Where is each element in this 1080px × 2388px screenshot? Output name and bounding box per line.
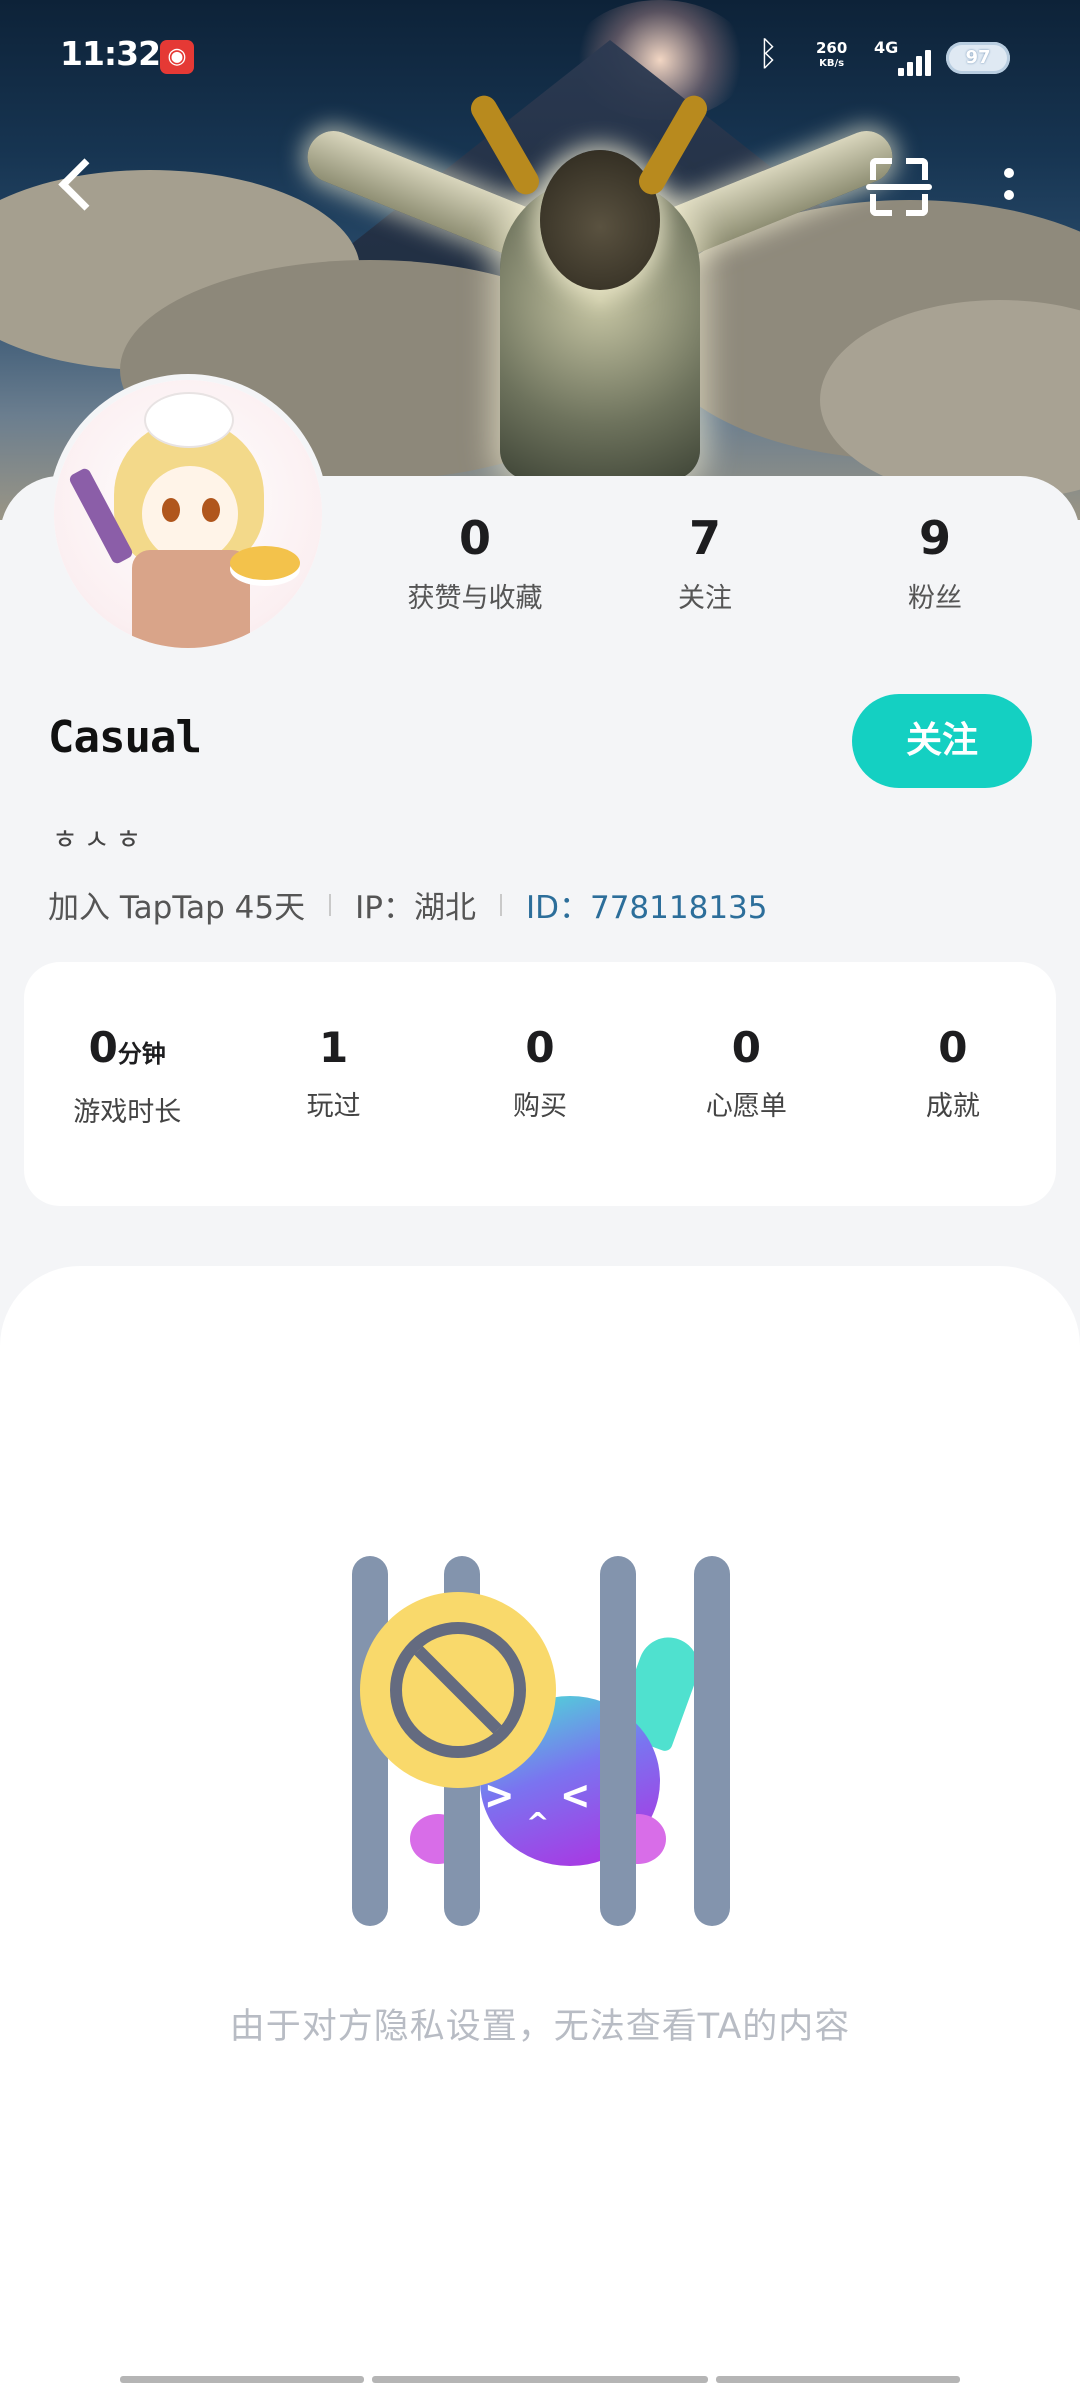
stat-value: 0 [88,1023,118,1072]
stat-unit: 分钟 [117,1040,166,1068]
follow-button[interactable]: 关注 [852,694,1032,788]
private-illustration: > < ^ [340,1556,740,1956]
stat-played[interactable]: 1 玩过 [230,1022,436,1129]
more-vertical-icon [1004,168,1014,178]
stat-value: 1 [318,1023,349,1072]
stat-followers[interactable]: 9 粉丝 [820,508,1050,615]
scan-icon [866,184,932,190]
user-meta: 加入 TapTap 45天 IP：湖北 ID：778118135 [48,882,768,927]
ip-location: IP：湖北 [355,890,476,926]
stat-following[interactable]: 7 关注 [590,508,820,615]
stat-value: 7 [688,511,721,565]
stat-value: 9 [918,511,951,565]
bluetooth-icon: ᛒ [758,34,779,74]
private-message: 由于对方隐私设置，无法查看TA的内容 [229,2007,851,2047]
stat-label: 粉丝 [908,583,962,614]
stat-label: 游戏时长 [73,1097,182,1128]
stat-purchased[interactable]: 0 购买 [437,1022,643,1129]
net-speed: 260 KB/s [816,40,847,72]
back-button[interactable] [48,150,108,220]
signal-icon [890,48,932,76]
avatar[interactable] [54,380,322,648]
divider [499,893,502,916]
stat-label: 玩过 [306,1091,361,1122]
home-indicator [716,2376,960,2383]
scan-button[interactable] [866,158,932,216]
stat-wishlist[interactable]: 0 心愿单 [643,1022,849,1129]
joined-days: 加入 TapTap 45天 [48,890,306,926]
status-time: 11:32 [60,34,161,73]
stat-play-time[interactable]: 0分钟 游戏时长 [24,1022,230,1129]
stat-value: 0 [458,511,491,565]
battery-icon: 97 [946,42,1010,74]
user-name: Casual [48,712,202,763]
profile-stats: 0 获赞与收藏 7 关注 9 粉丝 [360,508,1050,615]
game-stats-card: 0分钟 游戏时长 1 玩过 0 购买 0 心愿单 0 成就 [24,962,1056,1206]
home-indicator [372,2376,708,2383]
stat-label: 关注 [678,583,732,614]
stat-value: 0 [938,1023,968,1072]
more-button[interactable] [994,160,1024,216]
user-bio: ㅎㅅㅎ [52,823,148,856]
stat-label: 获赞与收藏 [407,583,543,614]
stat-label: 心愿单 [705,1091,787,1122]
status-bar: 11:32 ◉ ᛒ 260 KB/s 4G 97 [0,0,1080,110]
net-speed-value: 260 [816,39,848,57]
private-content-card: > < ^ 由于对方隐私设置，无法查看TA的内容 [0,1266,1080,2388]
stat-likes[interactable]: 0 获赞与收藏 [360,508,590,615]
divider [329,893,332,916]
stat-achievements[interactable]: 0 成就 [850,1022,1056,1129]
user-id[interactable]: ID：778118135 [526,882,768,927]
home-indicator [120,2376,364,2383]
net-speed-unit: KB/s [819,58,845,69]
netease-music-icon: ◉ [160,40,194,74]
stat-label: 购买 [513,1091,568,1122]
stat-value: 0 [731,1023,762,1072]
stat-value: 0 [525,1023,555,1072]
stat-label: 成就 [925,1091,980,1122]
ban-icon [360,1592,556,1788]
